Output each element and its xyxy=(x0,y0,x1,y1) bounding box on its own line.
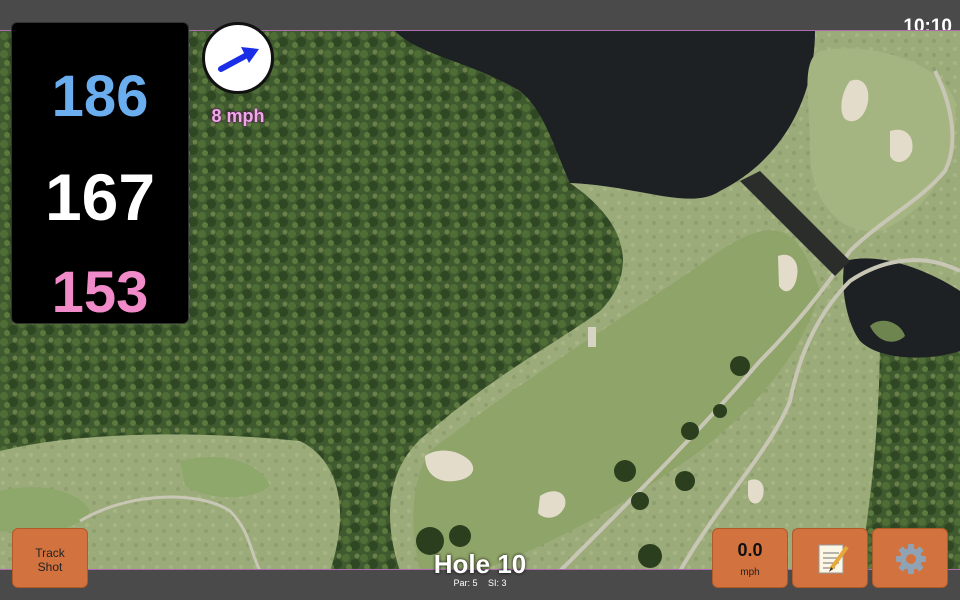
settings-button[interactable] xyxy=(872,528,948,588)
golf-gps-screen: 10:10 186 167 153 8 mph Track Shot Hole … xyxy=(0,0,960,600)
hole-stroke-index: SI: 3 xyxy=(488,578,507,588)
notepad-icon xyxy=(818,544,849,574)
notes-button[interactable] xyxy=(792,528,868,588)
hole-par: Par: 5 xyxy=(453,578,478,588)
speed-unit: mph xyxy=(740,567,760,578)
track-shot-label-line2: Shot xyxy=(37,560,63,574)
speed-button[interactable]: 0.0 mph xyxy=(712,528,788,588)
wind-speed-label: 8 mph xyxy=(211,106,265,126)
front-yardage: 153 xyxy=(51,260,149,325)
wind-indicator xyxy=(202,22,274,94)
track-shot-label-line1: Track xyxy=(35,546,65,560)
track-shot-button[interactable]: Track Shot xyxy=(12,528,88,588)
speed-value: 0.0 xyxy=(737,540,763,560)
center-yardage: 167 xyxy=(44,160,156,234)
gear-icon xyxy=(896,544,926,574)
hole-title: Hole 10 xyxy=(433,549,527,579)
wind-arrow-icon xyxy=(218,47,259,72)
yardage-panel: 186 167 153 xyxy=(11,22,189,325)
hole-info: Par: 5 SI: 3 xyxy=(400,578,560,588)
back-yardage: 186 xyxy=(51,64,149,129)
